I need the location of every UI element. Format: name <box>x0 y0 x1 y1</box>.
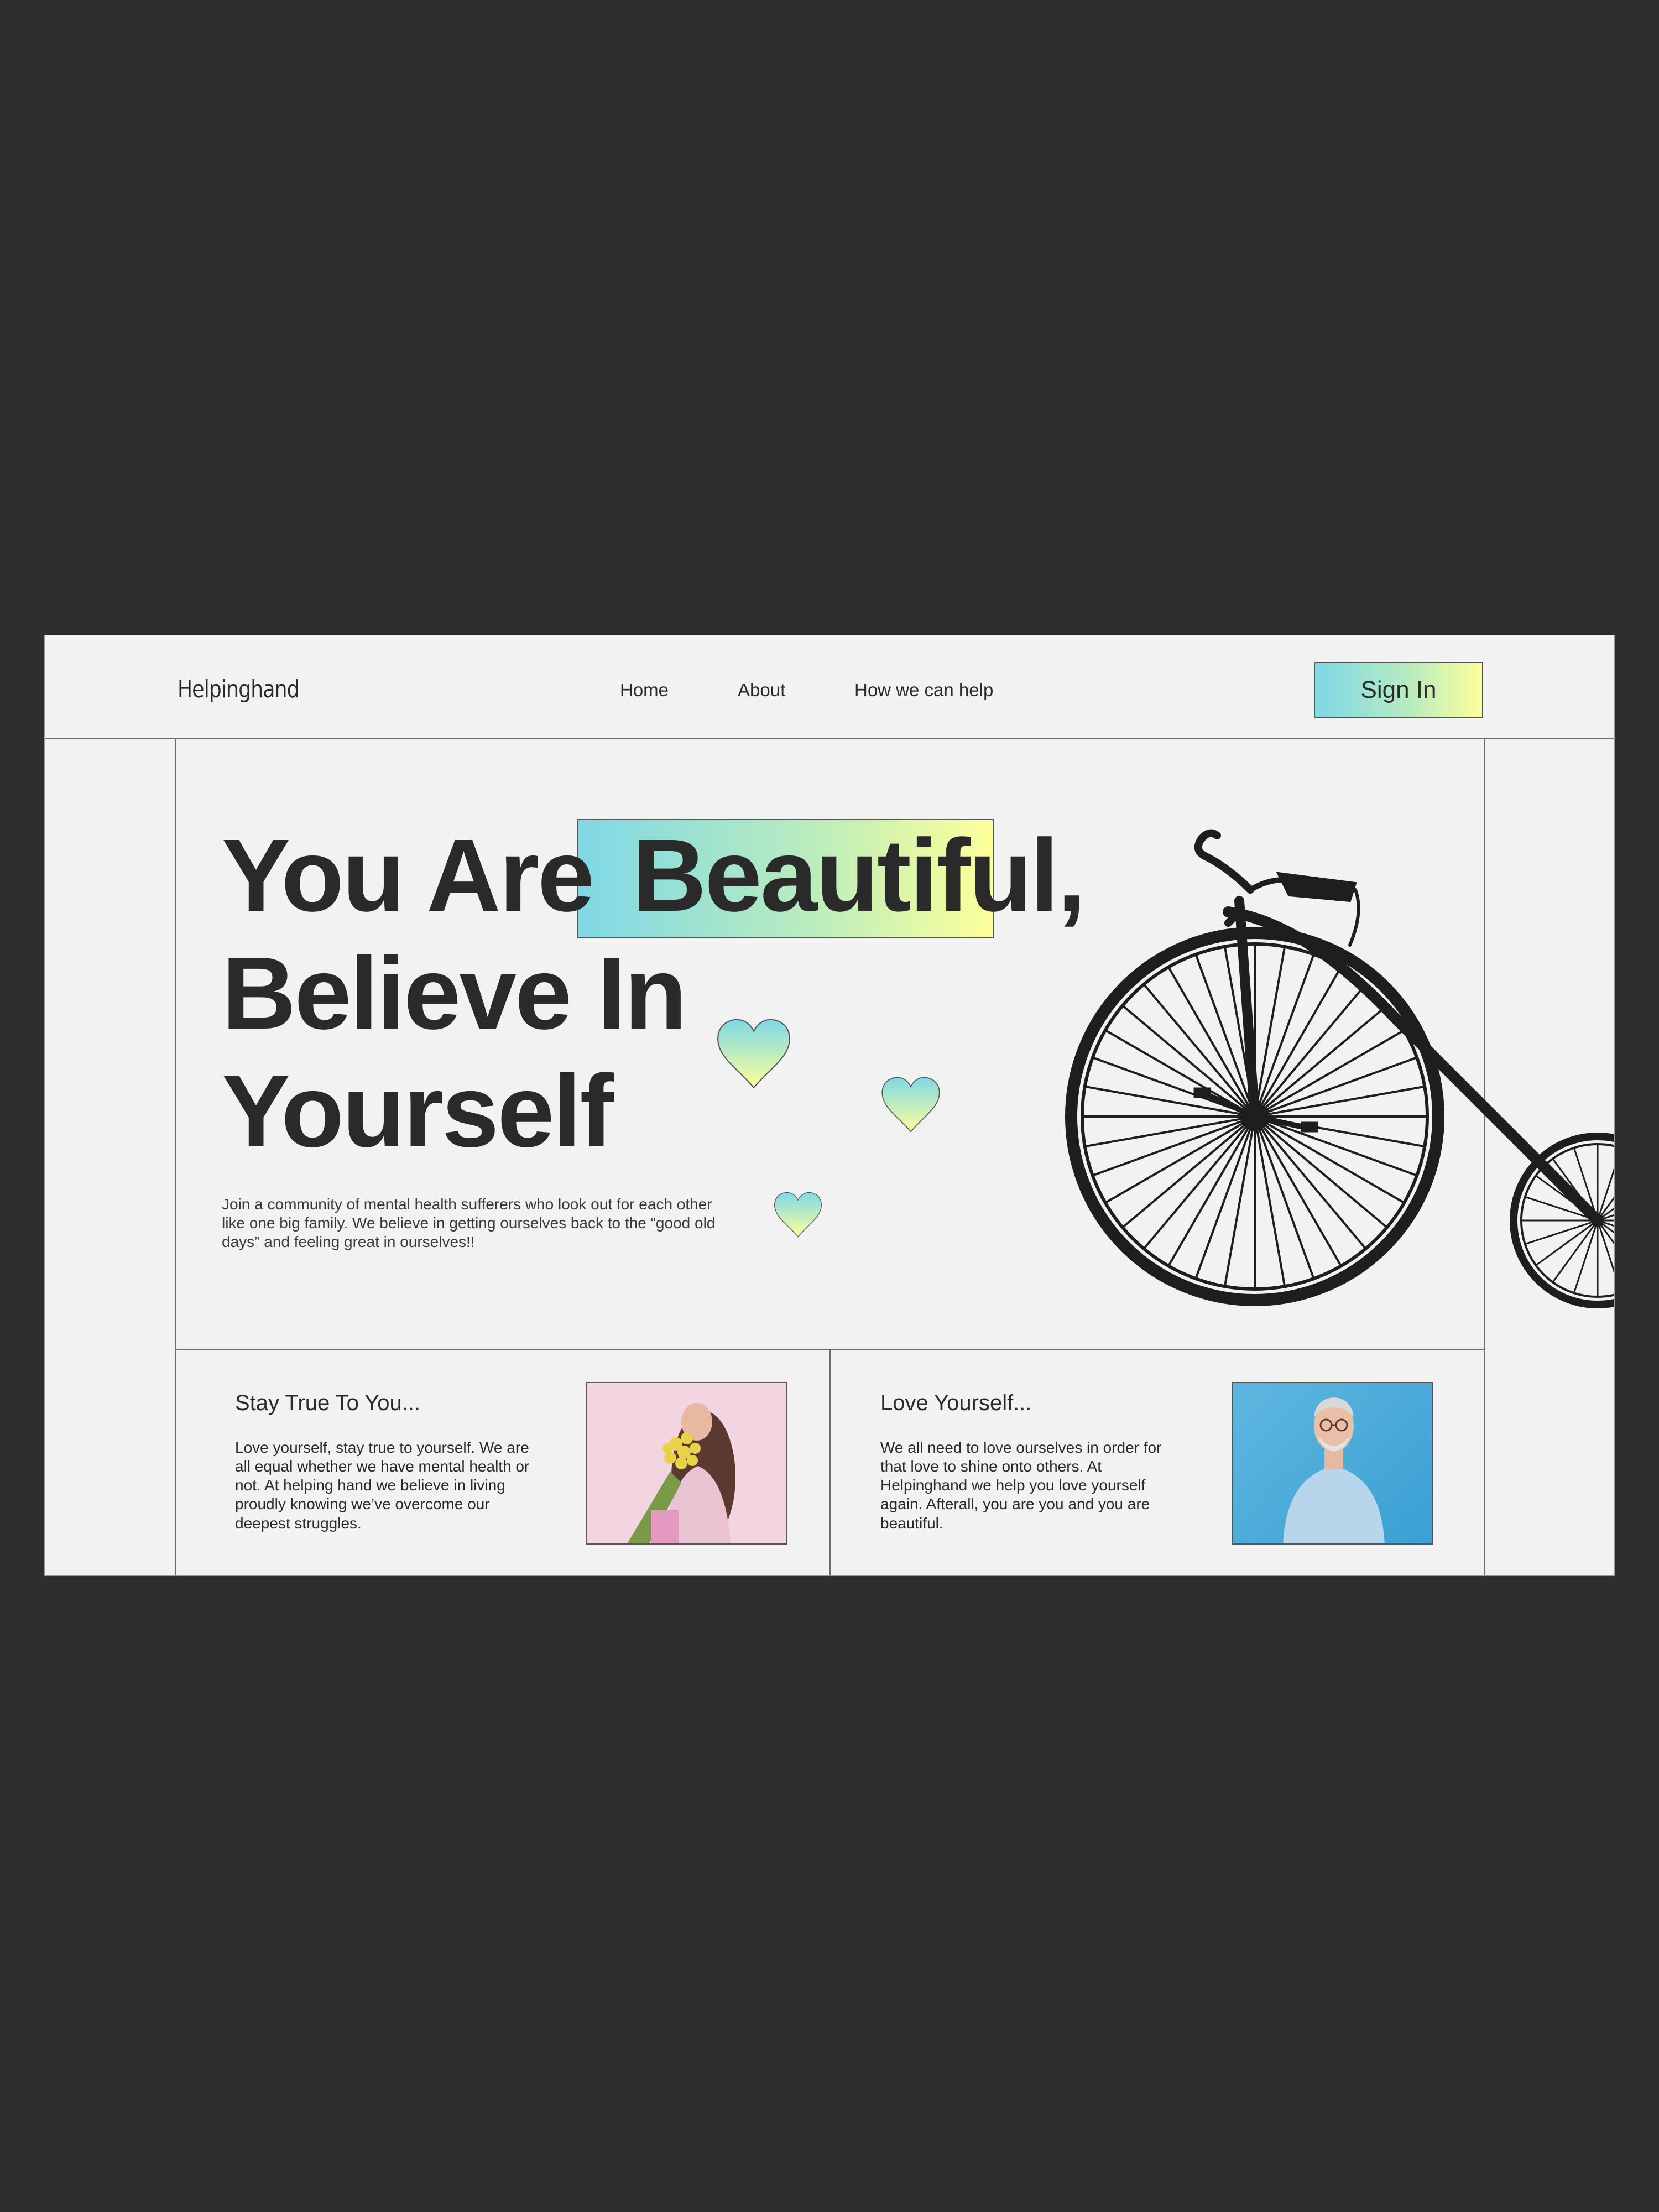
headline-part-1: You Are <box>222 818 620 933</box>
penny-farthing-bicycle-illustration <box>1065 829 1614 1308</box>
card-1-title: Stay True To You... <box>235 1391 421 1415</box>
heart-icon <box>717 1019 790 1089</box>
headline-line-3: Yourself <box>222 1054 614 1168</box>
nav-about[interactable]: About <box>738 680 785 701</box>
sign-in-button[interactable]: Sign In <box>1314 662 1483 718</box>
header-divider <box>45 738 1614 739</box>
headline-line-2: Believe In <box>222 936 687 1051</box>
nav-how-we-can-help[interactable]: How we can help <box>854 680 993 701</box>
card-2-title: Love Yourself... <box>880 1391 1032 1415</box>
card-2-photo-smiling-man <box>1232 1382 1433 1545</box>
hero-description: Join a community of mental health suffer… <box>222 1196 716 1251</box>
nav-home[interactable]: Home <box>620 680 669 701</box>
left-column-divider <box>175 738 176 1575</box>
card-1-photo-woman-with-flowers <box>586 1382 787 1545</box>
heart-icon <box>774 1192 822 1238</box>
headline-highlight-word: Beautiful <box>632 818 1059 933</box>
cards-center-divider <box>830 1349 831 1575</box>
headline-line-1: You Are Beautiful, <box>222 825 1086 927</box>
card-2-text: We all need to love ourselves in order f… <box>880 1439 1162 1532</box>
heart-icon <box>881 1077 940 1133</box>
card-1-text: Love yourself, stay true to yourself. We… <box>235 1439 530 1532</box>
landing-page: Helpinghand Home About How we can help S… <box>44 635 1615 1576</box>
sign-in-label: Sign In <box>1360 676 1437 703</box>
site-logo[interactable]: Helpinghand <box>178 675 300 703</box>
